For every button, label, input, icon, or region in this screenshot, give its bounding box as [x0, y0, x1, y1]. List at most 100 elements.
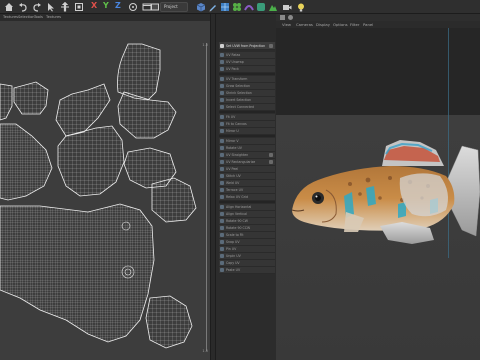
cmd-item[interactable]: Relax UV Grid — [219, 194, 275, 201]
cmd-item[interactable]: Fit to Canvas — [219, 121, 275, 128]
command-icon — [220, 187, 224, 192]
cube-icon[interactable] — [196, 2, 206, 12]
command-icon — [220, 128, 224, 133]
command-icon — [220, 59, 224, 64]
command-icon — [220, 90, 224, 95]
uv-menu-item[interactable]: Tools — [34, 15, 43, 19]
axis-y-toggle[interactable]: Y — [103, 1, 109, 10]
command-icon — [220, 194, 224, 199]
divider — [219, 111, 275, 113]
command-icon — [220, 166, 224, 171]
scene-icon[interactable] — [268, 2, 278, 12]
command-icon — [220, 121, 224, 126]
redo-icon[interactable] — [32, 2, 42, 12]
cmd-item[interactable]: UV Rectangularize — [219, 159, 275, 166]
command-icon — [220, 66, 224, 71]
command-icon — [220, 253, 224, 258]
cmd-item[interactable]: Rotate 90 CW — [219, 218, 275, 225]
command-icon — [220, 180, 224, 185]
project-select[interactable]: Project — [160, 2, 188, 12]
pen-icon[interactable] — [208, 2, 218, 12]
cmd-item[interactable]: Copy UV — [219, 260, 275, 267]
gear-icon[interactable] — [269, 152, 273, 157]
command-icon — [220, 97, 224, 102]
cmd-item[interactable]: Mirror V — [219, 138, 275, 145]
uv-island — [117, 91, 177, 139]
uv-island — [151, 177, 197, 223]
deformer-icon[interactable] — [244, 2, 254, 12]
uv-menu-item[interactable]: Selection — [18, 15, 35, 19]
command-icon — [220, 83, 224, 88]
cmd-item[interactable]: Grow Selection — [219, 83, 275, 90]
render-settings-icon[interactable] — [150, 2, 160, 12]
uv-island — [145, 295, 193, 349]
uv-menu-bar: Textures Selection Tools Textures — [0, 14, 210, 21]
uv-island — [0, 123, 53, 201]
cmd-item[interactable]: Mirror U — [219, 128, 275, 135]
uv-island — [0, 83, 13, 121]
command-icon — [220, 138, 224, 143]
uv-island — [13, 81, 49, 115]
move-icon[interactable] — [60, 2, 70, 12]
uv-tick-label: 1.0 — [202, 43, 208, 47]
cmd-item[interactable]: Rotate 90 CCW — [219, 225, 275, 232]
uv-menu-item[interactable]: Textures — [46, 15, 61, 19]
command-icon — [220, 76, 224, 81]
projection-icon — [220, 43, 224, 48]
uv-command-panel: Set UVW from Projection UV Relax UV Unwr… — [216, 14, 276, 360]
panel-header-area — [216, 14, 276, 42]
uv-editor-canvas[interactable]: 1.0 1.0 — [0, 21, 210, 360]
cmd-item[interactable]: Scale to Fit — [219, 232, 275, 239]
cmd-item[interactable]: UV Transform — [219, 76, 275, 83]
divider — [219, 73, 275, 75]
uv-border-line — [206, 43, 207, 351]
command-icon — [220, 173, 224, 178]
cmd-item[interactable]: Stitch UV — [219, 173, 275, 180]
gear-icon[interactable] — [269, 159, 273, 164]
cmd-set-uvw-from-projection[interactable]: Set UVW from Projection — [219, 42, 275, 50]
cmd-item[interactable]: Shrink Selection — [219, 90, 275, 97]
cmd-item[interactable]: Snap UV — [219, 239, 275, 246]
coordinate-system-icon[interactable] — [128, 2, 138, 12]
main-toolbar: X Y Z Project — [0, 0, 480, 14]
axis-z-toggle[interactable]: Z — [115, 1, 121, 10]
subdivision-icon[interactable] — [220, 2, 230, 12]
cmd-item[interactable]: UV Relax — [219, 52, 275, 59]
cmd-item[interactable]: Weld UV — [219, 180, 275, 187]
uv-menu-item[interactable]: Textures — [3, 15, 18, 19]
uv-island — [57, 125, 125, 197]
cmd-item[interactable]: Invert Selection — [219, 97, 275, 104]
command-icon — [220, 114, 224, 119]
command-icon — [220, 218, 224, 223]
cmd-item[interactable]: UV Peel — [219, 166, 275, 173]
cmd-item[interactable]: UV Pack — [219, 66, 275, 73]
cmd-item[interactable]: Select Connected — [219, 104, 275, 111]
command-icon — [220, 152, 224, 157]
camera-icon[interactable] — [282, 2, 292, 12]
command-icon — [220, 211, 224, 216]
home-icon[interactable] — [4, 2, 14, 12]
gear-icon[interactable] — [269, 43, 273, 48]
field-icon[interactable] — [256, 2, 266, 12]
cmd-item[interactable]: Paste UV — [219, 267, 275, 274]
command-icon — [220, 225, 224, 230]
cloner-icon[interactable] — [232, 2, 242, 12]
command-icon — [220, 159, 224, 164]
command-icon — [220, 204, 224, 209]
cmd-item[interactable]: Pin UV — [219, 246, 275, 253]
cmd-item[interactable]: Fit UV — [219, 114, 275, 121]
cmd-item[interactable]: Align Vertical — [219, 211, 275, 218]
cmd-item[interactable]: Align Horizontal — [219, 204, 275, 211]
cmd-item[interactable]: Unpin UV — [219, 253, 275, 260]
undo-icon[interactable] — [18, 2, 28, 12]
light-icon[interactable] — [296, 2, 306, 12]
uv-islands — [0, 43, 197, 349]
select-icon[interactable] — [46, 2, 56, 12]
axis-x-toggle[interactable]: X — [91, 1, 97, 10]
cmd-item[interactable]: Terrace UV — [219, 187, 275, 194]
scale-icon[interactable] — [74, 2, 84, 12]
cmd-item[interactable]: UV Unwrap — [219, 59, 275, 66]
cmd-item[interactable]: Rotate UV — [219, 145, 275, 152]
cmd-item[interactable]: UV Straighten — [219, 152, 275, 159]
perspective-viewport[interactable]: View Cameras Display Options Filter Pane… — [276, 14, 480, 360]
